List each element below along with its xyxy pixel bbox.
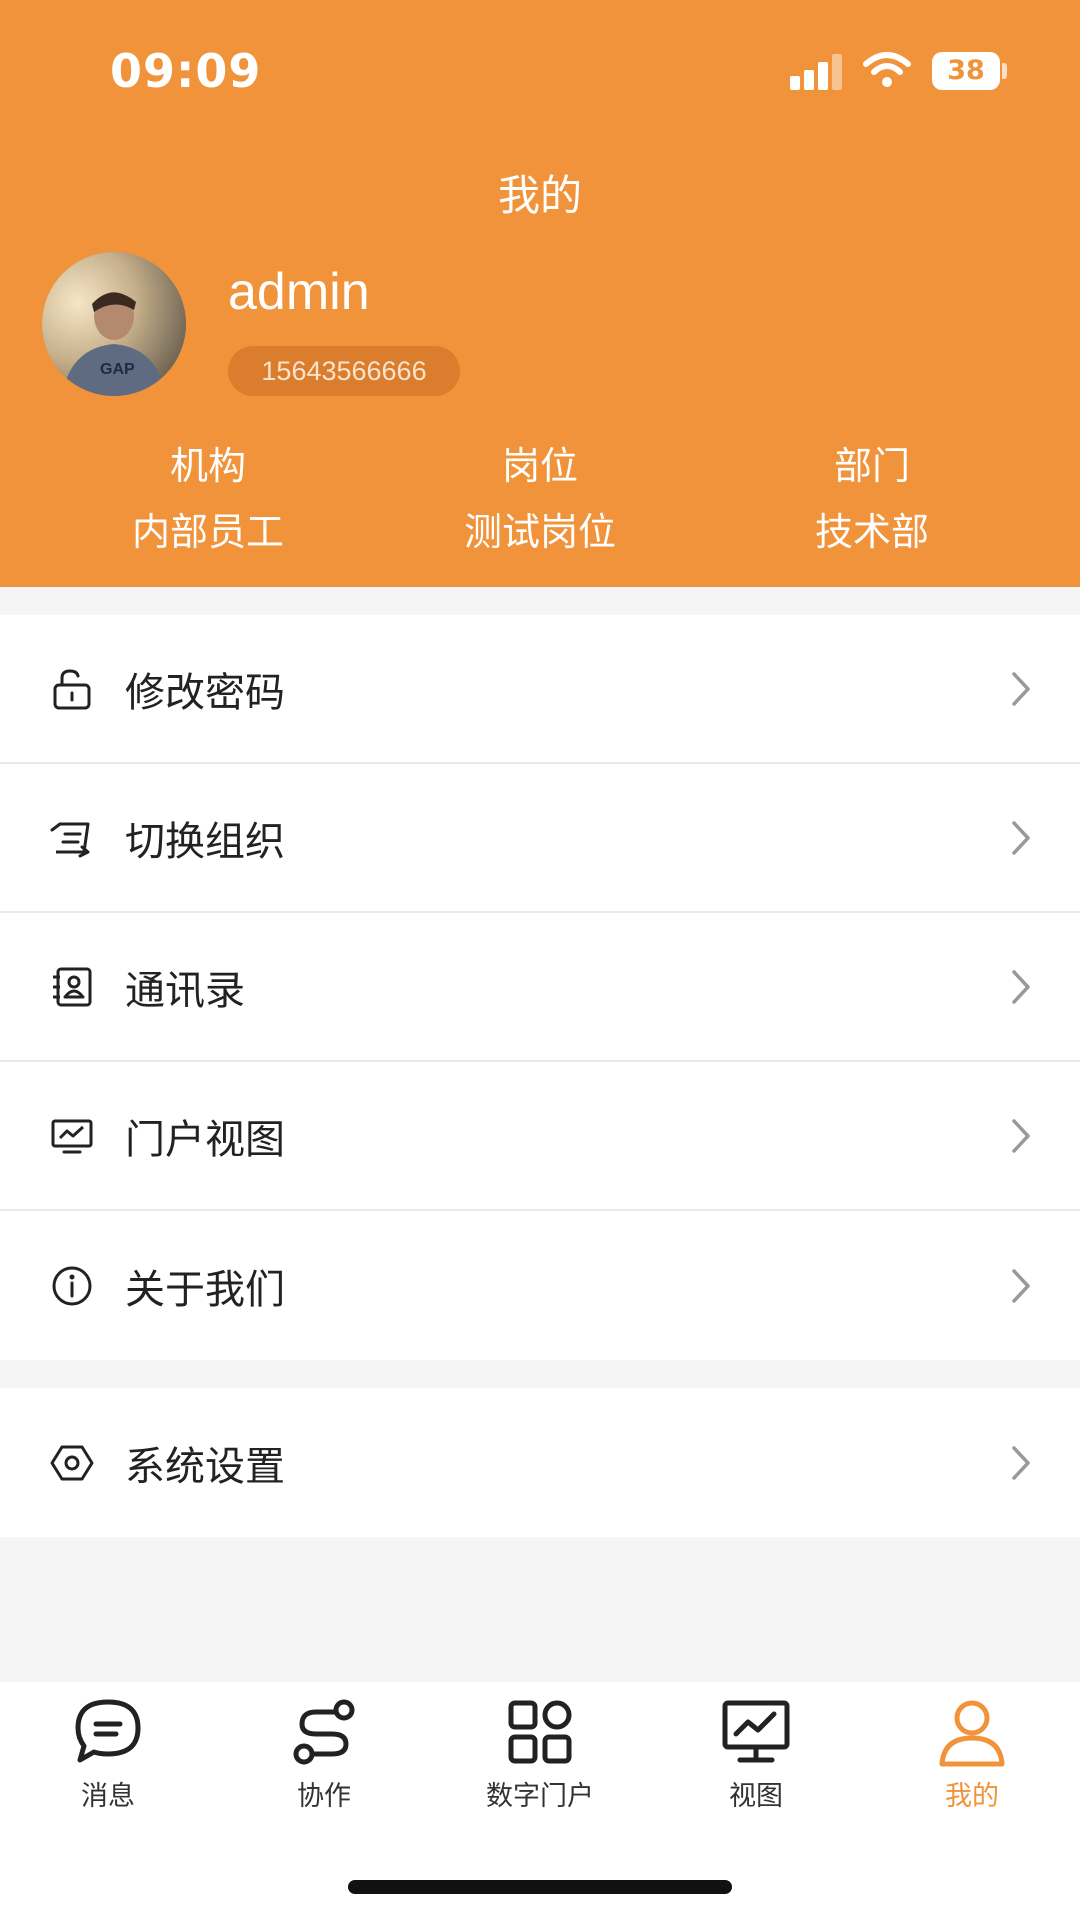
tab-digital-portal[interactable]: 数字门户 <box>432 1696 648 1816</box>
chart-monitor-icon <box>722 1700 790 1763</box>
tab-view[interactable]: 视图 <box>648 1696 864 1816</box>
info-value: 测试岗位 <box>463 510 616 554</box>
chat-bubble-icon <box>75 1699 141 1763</box>
tab-label: 数字门户 <box>486 1781 594 1812</box>
tab-label: 我的 <box>945 1781 999 1812</box>
settings-hexagon-icon <box>50 1445 94 1480</box>
info-icon <box>52 1266 92 1305</box>
info-value: 内部员工 <box>131 510 284 554</box>
chevron-right-icon <box>1012 969 1030 1004</box>
page-title: 我的 <box>497 171 582 220</box>
info-value: 技术部 <box>814 510 929 554</box>
chevron-right-icon <box>1012 1268 1030 1303</box>
grid-icon <box>508 1700 572 1764</box>
chevron-right-icon <box>1012 1445 1030 1480</box>
switch-icon <box>50 822 90 857</box>
tab-collaboration[interactable]: 协作 <box>216 1696 432 1816</box>
menu-item-switch-organization[interactable]: 切换组织 <box>0 764 1080 913</box>
user-icon <box>939 1700 1005 1767</box>
avatar[interactable]: GAP <box>42 252 186 396</box>
chevron-right-icon <box>1012 820 1030 855</box>
tab-mine[interactable]: 我的 <box>864 1696 1080 1816</box>
profile-header: 09:09 38 我的 GAP admin 15643566666 机构 内部员… <box>0 0 1080 587</box>
home-indicator <box>348 1880 732 1894</box>
phone-badge: 15643566666 <box>228 346 460 396</box>
menu-item-contacts[interactable]: 通讯录 <box>0 913 1080 1062</box>
battery-level: 38 <box>932 52 1000 90</box>
info-label: 机构 <box>169 444 246 488</box>
wifi-icon <box>863 52 911 87</box>
signal-icon <box>790 54 845 90</box>
menu-label: 修改密码 <box>125 669 285 716</box>
flow-icon <box>293 1699 355 1765</box>
menu-group-main: 修改密码 切换组织 通讯录 门户视图 关于我们 <box>0 615 1080 1360</box>
info-label: 岗位 <box>501 444 578 488</box>
menu-group-settings: 系统设置 <box>0 1388 1080 1537</box>
monitor-icon <box>51 1119 93 1153</box>
status-time: 09:09 <box>110 44 262 98</box>
info-organization: 机构 内部员工 <box>28 440 388 558</box>
svg-text:GAP: GAP <box>100 361 135 378</box>
tab-label: 协作 <box>297 1781 351 1812</box>
battery-cap <box>1002 63 1007 79</box>
info-department: 部门 技术部 <box>692 440 1052 558</box>
menu-item-about-us[interactable]: 关于我们 <box>0 1211 1080 1360</box>
unlock-icon <box>53 668 91 709</box>
tab-label: 视图 <box>729 1781 783 1812</box>
menu-item-system-settings[interactable]: 系统设置 <box>0 1388 1080 1537</box>
chevron-right-icon <box>1012 1118 1030 1153</box>
menu-label: 通讯录 <box>125 967 245 1014</box>
menu-label: 门户视图 <box>125 1116 285 1163</box>
menu-item-change-password[interactable]: 修改密码 <box>0 615 1080 764</box>
contacts-icon <box>53 967 92 1006</box>
chevron-right-icon <box>1012 671 1030 706</box>
tab-messages[interactable]: 消息 <box>0 1696 216 1816</box>
menu-label: 切换组织 <box>125 818 285 865</box>
info-position: 岗位 测试岗位 <box>360 440 720 558</box>
username: admin <box>228 263 370 321</box>
menu-item-portal-view[interactable]: 门户视图 <box>0 1062 1080 1211</box>
menu-label: 关于我们 <box>125 1266 285 1313</box>
tab-label: 消息 <box>81 1781 135 1812</box>
menu-label: 系统设置 <box>125 1443 285 1490</box>
status-bar: 09:09 38 <box>0 0 1080 140</box>
info-label: 部门 <box>833 444 910 488</box>
